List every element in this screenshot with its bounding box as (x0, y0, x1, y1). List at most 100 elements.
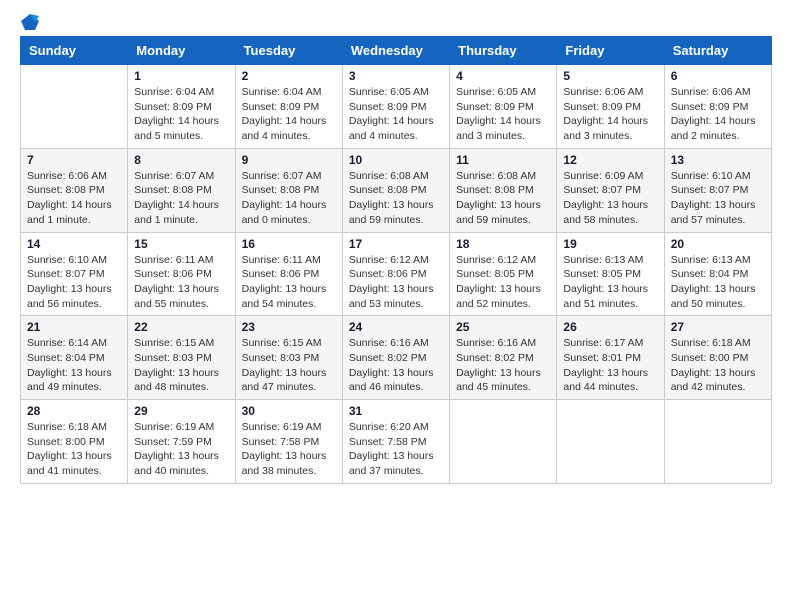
day-detail: Sunrise: 6:13 AMSunset: 8:04 PMDaylight:… (671, 253, 765, 312)
day-number: 11 (456, 153, 550, 167)
day-detail: Sunrise: 6:12 AMSunset: 8:05 PMDaylight:… (456, 253, 550, 312)
day-number: 6 (671, 69, 765, 83)
day-detail: Sunrise: 6:09 AMSunset: 8:07 PMDaylight:… (563, 169, 657, 228)
day-number: 15 (134, 237, 228, 251)
day-number: 28 (27, 404, 121, 418)
calendar-cell: 22 Sunrise: 6:15 AMSunset: 8:03 PMDayligh… (128, 316, 235, 400)
day-detail: Sunrise: 6:08 AMSunset: 8:08 PMDaylight:… (456, 169, 550, 228)
calendar-cell: 30Sunrise: 6:19 AMSunset: 7:58 PMDayligh… (235, 400, 342, 484)
day-detail: Sunrise: 6:06 AMSunset: 8:09 PMDaylight:… (671, 85, 765, 144)
day-number: 17 (349, 237, 443, 251)
day-number: 20 (671, 237, 765, 251)
calendar-cell: 6 Sunrise: 6:06 AMSunset: 8:09 PMDaylight… (664, 65, 771, 149)
day-detail: Sunrise: 6:12 AMSunset: 8:06 PMDaylight:… (349, 253, 443, 312)
day-number: 22 (134, 320, 228, 334)
day-number: 29 (134, 404, 228, 418)
day-detail: Sunrise: 6:08 AMSunset: 8:08 PMDaylight:… (349, 169, 443, 228)
day-detail: Sunrise: 6:19 AMSunset: 7:59 PMDaylight:… (134, 420, 228, 479)
day-number: 7 (27, 153, 121, 167)
day-detail: Sunrise: 6:06 AMSunset: 8:09 PMDaylight:… (563, 85, 657, 144)
calendar-body: 1 Sunrise: 6:04 AMSunset: 8:09 PMDaylight… (21, 65, 772, 484)
calendar-week-row: 14 Sunrise: 6:10 AMSunset: 8:07 PMDayligh… (21, 232, 772, 316)
day-detail: Sunrise: 6:07 AMSunset: 8:08 PMDaylight:… (242, 169, 336, 228)
calendar-cell: 4 Sunrise: 6:05 AMSunset: 8:09 PMDaylight… (450, 65, 557, 149)
day-number: 24 (349, 320, 443, 334)
calendar-cell: 27 Sunrise: 6:18 AMSunset: 8:00 PMDayligh… (664, 316, 771, 400)
calendar-cell: 31 Sunrise: 6:20 AMSunset: 7:58 PMDayligh… (342, 400, 449, 484)
day-number: 12 (563, 153, 657, 167)
day-detail: Sunrise: 6:16 AMSunset: 8:02 PMDaylight:… (456, 336, 550, 395)
calendar-cell (664, 400, 771, 484)
day-detail: Sunrise: 6:07 AMSunset: 8:08 PMDaylight:… (134, 169, 228, 228)
day-detail: Sunrise: 6:13 AMSunset: 8:05 PMDaylight:… (563, 253, 657, 312)
calendar-cell: 12 Sunrise: 6:09 AMSunset: 8:07 PMDayligh… (557, 148, 664, 232)
calendar-day-header: Wednesday (342, 37, 449, 65)
calendar-cell: 9 Sunrise: 6:07 AMSunset: 8:08 PMDaylight… (235, 148, 342, 232)
day-number: 23 (242, 320, 336, 334)
calendar-cell: 10 Sunrise: 6:08 AMSunset: 8:08 PMDayligh… (342, 148, 449, 232)
calendar-cell: 8 Sunrise: 6:07 AMSunset: 8:08 PMDaylight… (128, 148, 235, 232)
day-number: 27 (671, 320, 765, 334)
calendar-cell: 18 Sunrise: 6:12 AMSunset: 8:05 PMDayligh… (450, 232, 557, 316)
calendar-cell (450, 400, 557, 484)
logo-bird-icon (21, 12, 39, 30)
day-number: 1 (134, 69, 228, 83)
calendar-day-header: Thursday (450, 37, 557, 65)
calendar-cell: 29 Sunrise: 6:19 AMSunset: 7:59 PMDayligh… (128, 400, 235, 484)
calendar-cell (21, 65, 128, 149)
day-number: 4 (456, 69, 550, 83)
day-number: 16 (242, 237, 336, 251)
day-number: 21 (27, 320, 121, 334)
calendar-day-header: Monday (128, 37, 235, 65)
day-detail: Sunrise: 6:06 AMSunset: 8:08 PMDaylight:… (27, 169, 121, 228)
calendar-week-row: 21Sunrise: 6:14 AMSunset: 8:04 PMDayligh… (21, 316, 772, 400)
calendar-day-header: Sunday (21, 37, 128, 65)
day-detail: Sunrise: 6:15 AMSunset: 8:03 PMDaylight:… (134, 336, 228, 395)
day-detail: Sunrise: 6:20 AMSunset: 7:58 PMDaylight:… (349, 420, 443, 479)
day-detail: Sunrise: 6:15 AMSunset: 8:03 PMDaylight:… (242, 336, 336, 395)
day-detail: Sunrise: 6:11 AMSunset: 8:06 PMDaylight:… (242, 253, 336, 312)
day-detail: Sunrise: 6:11 AMSunset: 8:06 PMDaylight:… (134, 253, 228, 312)
day-detail: Sunrise: 6:04 AMSunset: 8:09 PMDaylight:… (134, 85, 228, 144)
day-number: 10 (349, 153, 443, 167)
calendar-cell: 11 Sunrise: 6:08 AMSunset: 8:08 PMDayligh… (450, 148, 557, 232)
day-number: 2 (242, 69, 336, 83)
day-number: 31 (349, 404, 443, 418)
calendar-cell (557, 400, 664, 484)
calendar-cell: 15 Sunrise: 6:11 AMSunset: 8:06 PMDayligh… (128, 232, 235, 316)
calendar-cell: 21Sunrise: 6:14 AMSunset: 8:04 PMDayligh… (21, 316, 128, 400)
day-detail: Sunrise: 6:05 AMSunset: 8:09 PMDaylight:… (456, 85, 550, 144)
calendar-week-row: 28 Sunrise: 6:18 AMSunset: 8:00 PMDayligh… (21, 400, 772, 484)
calendar-cell: 28 Sunrise: 6:18 AMSunset: 8:00 PMDayligh… (21, 400, 128, 484)
calendar-cell: 24 Sunrise: 6:16 AMSunset: 8:02 PMDayligh… (342, 316, 449, 400)
day-number: 14 (27, 237, 121, 251)
day-number: 25 (456, 320, 550, 334)
calendar-table: SundayMondayTuesdayWednesdayThursdayFrid… (20, 36, 772, 484)
day-detail: Sunrise: 6:04 AMSunset: 8:09 PMDaylight:… (242, 85, 336, 144)
day-number: 5 (563, 69, 657, 83)
calendar-cell: 19Sunrise: 6:13 AMSunset: 8:05 PMDayligh… (557, 232, 664, 316)
day-detail: Sunrise: 6:16 AMSunset: 8:02 PMDaylight:… (349, 336, 443, 395)
day-detail: Sunrise: 6:18 AMSunset: 8:00 PMDaylight:… (671, 336, 765, 395)
day-number: 9 (242, 153, 336, 167)
day-detail: Sunrise: 6:18 AMSunset: 8:00 PMDaylight:… (27, 420, 121, 479)
calendar-cell: 17 Sunrise: 6:12 AMSunset: 8:06 PMDayligh… (342, 232, 449, 316)
day-number: 8 (134, 153, 228, 167)
calendar-cell: 20 Sunrise: 6:13 AMSunset: 8:04 PMDayligh… (664, 232, 771, 316)
calendar-cell: 7 Sunrise: 6:06 AMSunset: 8:08 PMDaylight… (21, 148, 128, 232)
logo (20, 20, 39, 26)
day-number: 18 (456, 237, 550, 251)
day-detail: Sunrise: 6:05 AMSunset: 8:09 PMDaylight:… (349, 85, 443, 144)
calendar-week-row: 7 Sunrise: 6:06 AMSunset: 8:08 PMDaylight… (21, 148, 772, 232)
day-number: 3 (349, 69, 443, 83)
calendar-cell: 16 Sunrise: 6:11 AMSunset: 8:06 PMDayligh… (235, 232, 342, 316)
calendar-day-header: Friday (557, 37, 664, 65)
calendar-day-header: Tuesday (235, 37, 342, 65)
day-detail: Sunrise: 6:10 AMSunset: 8:07 PMDaylight:… (671, 169, 765, 228)
day-detail: Sunrise: 6:10 AMSunset: 8:07 PMDaylight:… (27, 253, 121, 312)
calendar-week-row: 1 Sunrise: 6:04 AMSunset: 8:09 PMDaylight… (21, 65, 772, 149)
day-number: 26 (563, 320, 657, 334)
day-detail: Sunrise: 6:17 AMSunset: 8:01 PMDaylight:… (563, 336, 657, 395)
calendar-day-header: Saturday (664, 37, 771, 65)
calendar-cell: 14 Sunrise: 6:10 AMSunset: 8:07 PMDayligh… (21, 232, 128, 316)
